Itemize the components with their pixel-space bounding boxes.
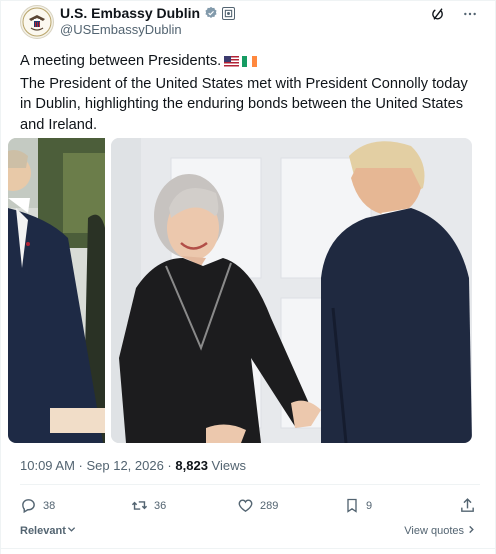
repost-count: 36	[154, 499, 167, 512]
account-handle[interactable]: @USEmbassyDublin	[60, 22, 182, 37]
tweet-line-1: A meeting between Presidents.	[20, 51, 480, 74]
tweet-timestamp[interactable]: 10:09 AM · Sep 12, 2026 · 8,823 Views	[20, 458, 246, 473]
share-icon	[461, 498, 474, 512]
chevron-down-icon	[67, 527, 75, 532]
repost-button[interactable]: 36	[131, 497, 166, 514]
bookmark-icon	[347, 498, 357, 513]
chevron-right-icon	[469, 525, 474, 534]
photo-left-image	[8, 138, 105, 443]
bookmark-count: 9	[366, 499, 373, 512]
like-button[interactable]: 289	[237, 497, 278, 514]
ireland-flag-icon	[242, 53, 258, 74]
views-label: Views	[207, 458, 246, 473]
view-quotes-label: View quotes	[404, 525, 464, 537]
embassy-seal-icon	[22, 7, 52, 37]
photo-left[interactable]	[8, 138, 105, 443]
bottom-border	[0, 548, 496, 549]
frame-top-border	[0, 0, 496, 1]
affiliate-badge-icon	[222, 6, 236, 20]
tweet-line-2: The President of the United States met w…	[20, 75, 468, 133]
reply-count: 38	[43, 499, 56, 512]
more-icon[interactable]	[460, 4, 480, 24]
sort-dropdown[interactable]: Relevant	[20, 525, 76, 537]
sort-label: Relevant	[20, 525, 66, 537]
tweet-text: A meeting between Presidents. The Presid…	[20, 51, 480, 135]
views-count: 8,823	[175, 458, 208, 473]
header-actions	[428, 4, 480, 24]
timestamp-text[interactable]: 10:09 AM · Sep 12, 2026 ·	[20, 458, 175, 473]
photo-right[interactable]	[111, 138, 472, 443]
us-flag-icon	[224, 53, 240, 74]
grok-icon[interactable]	[428, 4, 448, 24]
reply-button[interactable]: 38	[20, 497, 55, 514]
like-count: 289	[260, 499, 279, 512]
reply-controls: Relevant View quotes	[20, 522, 476, 540]
avatar[interactable]	[20, 5, 54, 39]
verified-badge-icon	[205, 6, 217, 18]
photo-right-image	[111, 138, 472, 443]
repost-icon	[131, 501, 148, 510]
bookmark-button[interactable]: 9	[344, 497, 372, 514]
frame-left-border	[0, 0, 1, 554]
account-name-row[interactable]: U.S. Embassy Dublin	[60, 5, 236, 21]
tweet-media[interactable]	[8, 138, 472, 443]
view-quotes-link[interactable]: View quotes	[404, 525, 476, 537]
reply-icon	[22, 499, 35, 514]
like-icon	[238, 499, 253, 513]
share-button[interactable]	[459, 497, 476, 514]
display-name[interactable]: U.S. Embassy Dublin	[60, 5, 200, 21]
divider	[20, 484, 480, 485]
action-bar: 38 36 289 9	[20, 497, 476, 517]
